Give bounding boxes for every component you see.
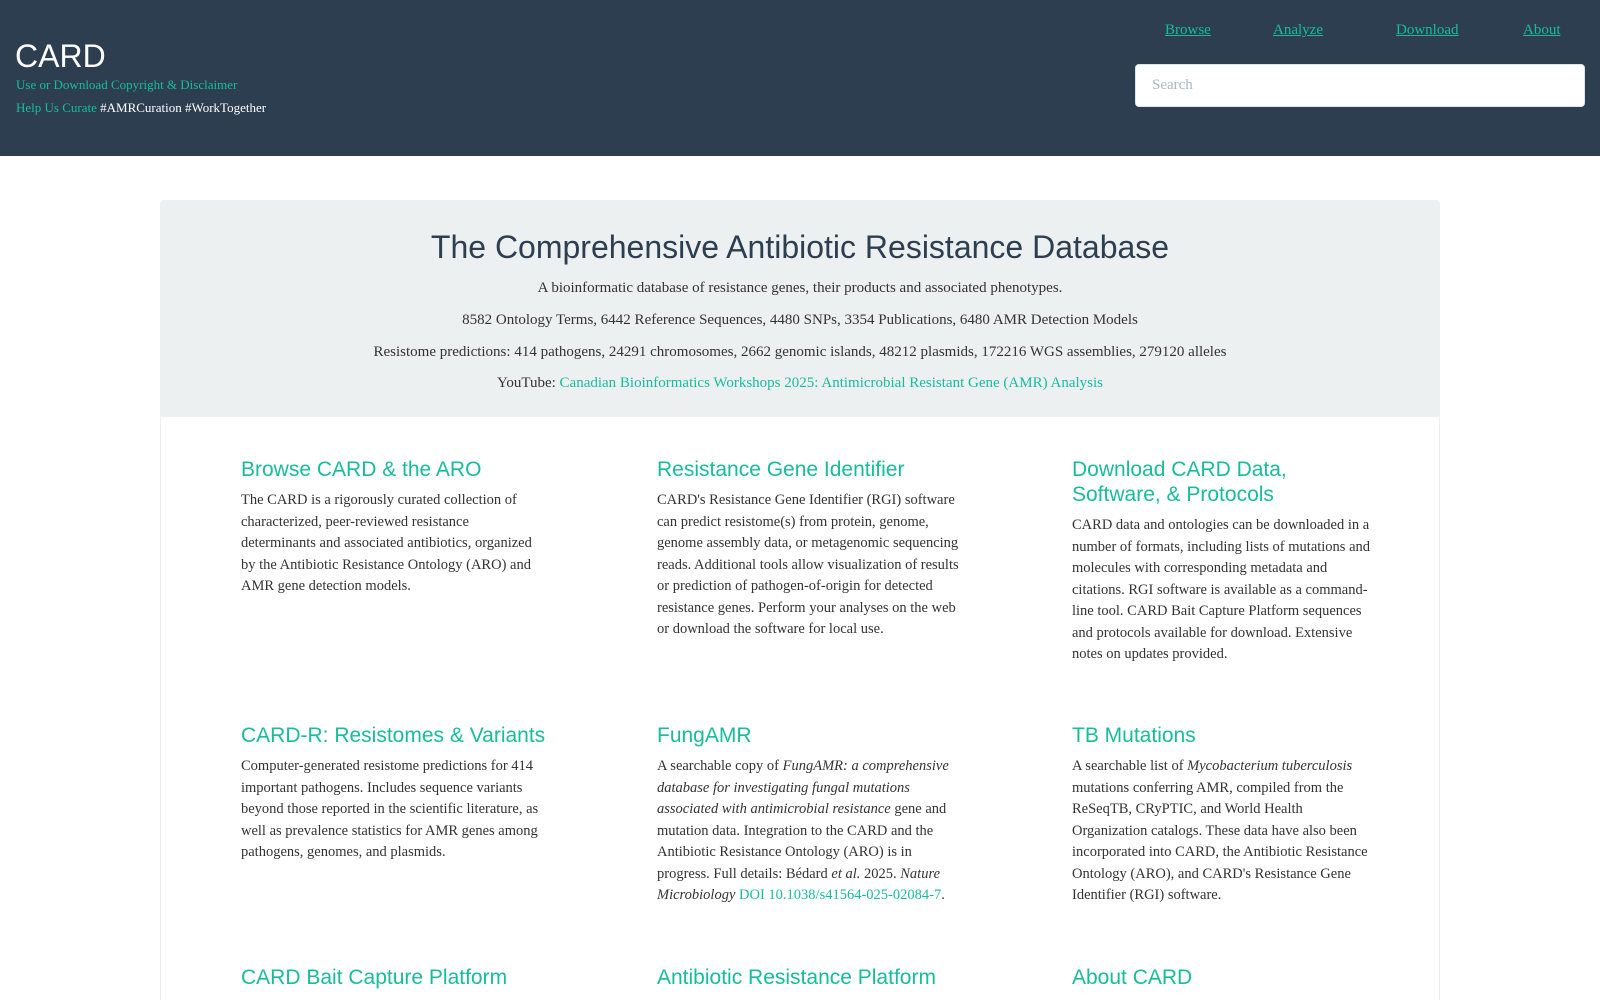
download-card: Download CARD Data, Software, & Protocol… [1072,457,1377,666]
browse-card-title[interactable]: Browse CARD & the ARO [241,457,546,482]
cardr-card: CARD-R: Resistomes & Variants Computer-g… [241,723,546,864]
hashtags: #AMRCuration #WorkTogether [96,100,267,115]
cardr-card-text: Computer-generated resistome predictions… [241,758,539,860]
tb-card-text: A searchable list of Mycobacterium tuber… [1072,758,1368,903]
fungamr-doi-link[interactable]: DOI 10.1038/s41564-025-02084-7 [739,887,941,903]
browse-card-text: The CARD is a rigorously curated collect… [241,492,532,594]
browse-card: Browse CARD & the ARO The CARD is a rigo… [241,457,546,598]
cardr-card-title[interactable]: CARD-R: Resistomes & Variants [241,723,546,748]
nav-download-link[interactable]: Download [1396,22,1459,39]
search-input[interactable] [1135,64,1585,107]
about-card: About CARD [1072,965,1377,998]
nav-analyze-link[interactable]: Analyze [1273,22,1323,39]
bait-card-title[interactable]: CARD Bait Capture Platform [241,965,546,990]
curation-line: Help Us Curate #AMRCuration #WorkTogethe… [16,100,266,116]
copyright-line: Use or Download Copyright & Disclaimer [16,77,237,93]
page-title: The Comprehensive Antibiotic Resistance … [430,229,1170,265]
about-card-title[interactable]: About CARD [1072,965,1377,990]
database-stats: 8582 Ontology Terms, 6442 Reference Sequ… [462,312,1138,328]
tb-card-title[interactable]: TB Mutations [1072,723,1377,748]
youtube-workshop-link[interactable]: Canadian Bioinformatics Workshops 2025: … [560,375,1103,391]
platform-card: Antibiotic Resistance Platform [657,965,962,998]
download-card-title[interactable]: Download CARD Data, Software, & Protocol… [1072,457,1377,507]
rgi-card-text: CARD's Resistance Gene Identifier (RGI) … [657,492,959,637]
fungamr-card-title[interactable]: FungAMR [657,723,962,748]
brand-logo[interactable]: CARD [15,38,106,75]
bait-card: CARD Bait Capture Platform [241,965,546,998]
help-curate-link[interactable]: Help Us Curate [16,100,97,115]
rgi-card: Resistance Gene Identifier CARD's Resist… [657,457,962,641]
rgi-card-title[interactable]: Resistance Gene Identifier [657,457,962,482]
resistome-stats: Resistome predictions: 414 pathogens, 24… [373,344,1227,360]
tagline: A bioinformatic database of resistance g… [537,280,1063,296]
nav-about-link[interactable]: About [1523,22,1561,39]
download-card-text: CARD data and ontologies can be download… [1072,517,1371,662]
top-navbar: CARD Use or Download Copyright & Disclai… [0,0,1600,156]
youtube-line: YouTube: Canadian Bioinformatics Worksho… [161,375,1439,392]
fungamr-card: FungAMR A searchable copy of FungAMR: a … [657,723,962,907]
copyright-link[interactable]: Use or Download Copyright & Disclaimer [16,77,237,92]
platform-card-title[interactable]: Antibiotic Resistance Platform [657,965,962,990]
nav-browse-link[interactable]: Browse [1165,22,1211,39]
tb-card: TB Mutations A searchable list of Mycoba… [1072,723,1377,907]
youtube-label: YouTube: [496,375,560,391]
jumbotron: The Comprehensive Antibiotic Resistance … [161,201,1439,417]
fungamr-card-text: A searchable copy of FungAMR: a comprehe… [657,758,949,903]
